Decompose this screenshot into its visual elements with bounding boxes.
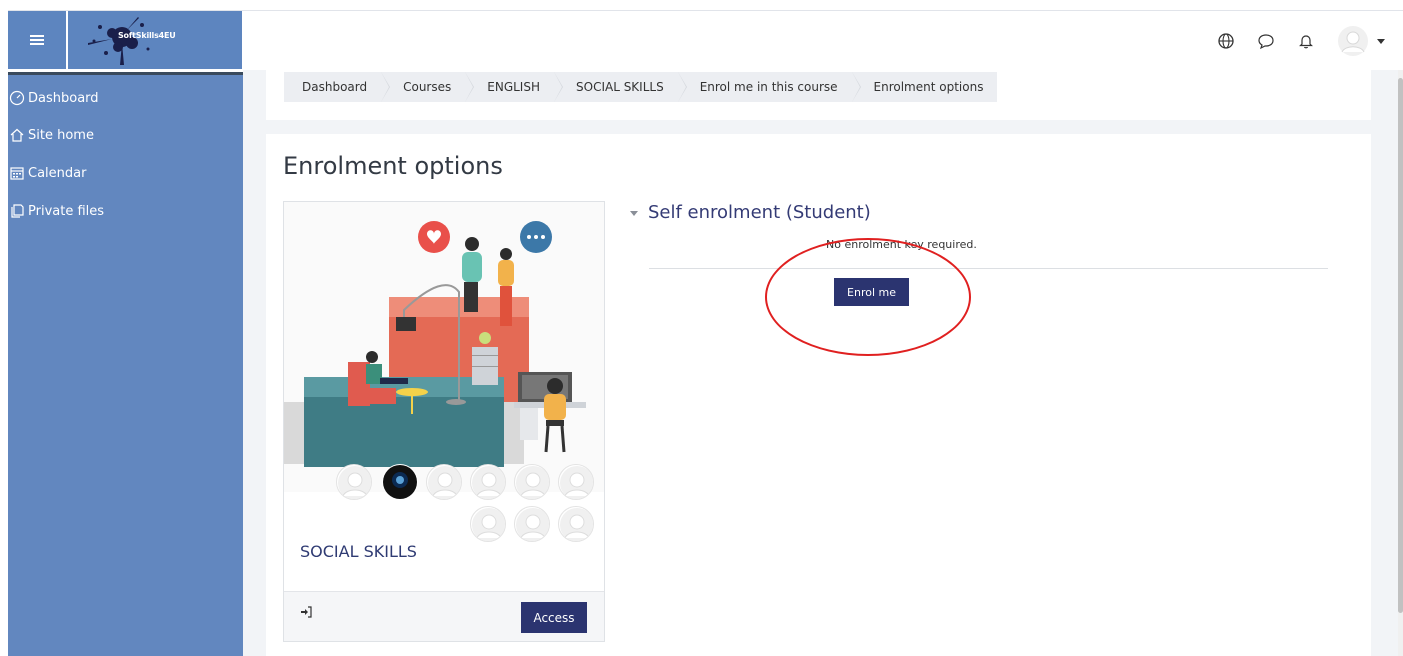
content-card: Enrolment options SOCIAL SKILLS Access S…: [266, 134, 1371, 656]
avatar[interactable]: [382, 464, 418, 500]
breadcrumb-item-social-skills[interactable]: SOCIAL SKILLS: [554, 72, 687, 102]
course-card: SOCIAL SKILLS Access: [283, 201, 605, 642]
avatar[interactable]: [514, 506, 550, 542]
breadcrumb: Dashboard Courses ENGLISH SOCIAL SKILLS …: [284, 72, 998, 102]
user-menu[interactable]: [1337, 25, 1385, 57]
user-placeholder-icon: [516, 508, 549, 541]
sidebar-item-label: Site home: [28, 127, 94, 143]
sidebar-item-label: Calendar: [28, 165, 87, 181]
avatar[interactable]: [426, 464, 462, 500]
user-placeholder-icon: [338, 466, 371, 499]
self-enrolment-title: Self enrolment (Student): [648, 202, 871, 223]
bell-icon[interactable]: [1297, 32, 1315, 50]
user-placeholder-icon: [428, 466, 461, 499]
user-placeholder-icon: [472, 508, 505, 541]
page-title: Enrolment options: [283, 152, 503, 180]
enrol-me-button[interactable]: Enrol me: [834, 278, 909, 306]
hamburger-icon: [30, 35, 44, 45]
scrollbar-thumb[interactable]: [1398, 78, 1403, 613]
user-placeholder-icon: [516, 466, 549, 499]
chevron-down-icon: [1377, 38, 1385, 44]
breadcrumb-item-enrolment-options: Enrolment options: [873, 80, 984, 94]
sidebar-item-calendar[interactable]: Calendar: [8, 162, 243, 184]
enrolled-participants: [284, 464, 604, 554]
enrolment-key-note: No enrolment key required.: [826, 238, 977, 251]
dashboard-gauge-icon: [9, 90, 25, 106]
sidebar-item-dashboard[interactable]: Dashboard: [8, 87, 243, 109]
user-placeholder-icon: [560, 508, 593, 541]
divider: [649, 268, 1328, 269]
access-button[interactable]: Access: [521, 602, 587, 633]
course-card-footer: Access: [284, 591, 604, 641]
sidebar-item-label: Private files: [28, 203, 105, 219]
sidebar-item-label: Dashboard: [28, 90, 99, 106]
avatar[interactable]: [558, 464, 594, 500]
files-icon: [11, 204, 24, 218]
course-name-link[interactable]: SOCIAL SKILLS: [300, 542, 417, 561]
main-region: Dashboard Courses ENGLISH SOCIAL SKILLS …: [243, 70, 1398, 656]
home-icon: [10, 128, 24, 142]
sidebar-item-site-home[interactable]: Site home: [8, 124, 243, 146]
chat-bubble-icon[interactable]: [1257, 32, 1275, 50]
sign-in-icon: [301, 606, 312, 618]
sidebar-item-private-files[interactable]: Private files: [8, 200, 243, 222]
avatar[interactable]: [514, 464, 550, 500]
self-enrolment-section: Self enrolment (Student) No enrolment ke…: [630, 202, 1330, 306]
avatar[interactable]: [336, 464, 372, 500]
breadcrumb-card: Dashboard Courses ENGLISH SOCIAL SKILLS …: [266, 70, 1371, 120]
avatar[interactable]: [470, 506, 506, 542]
caret-down-icon: [630, 211, 638, 216]
user-placeholder-icon: [472, 466, 505, 499]
calendar-icon: [10, 167, 24, 180]
user-photo-icon: [383, 465, 417, 499]
user-placeholder-icon: [560, 466, 593, 499]
paint-splash-icon: [88, 17, 150, 65]
globe-icon[interactable]: [1217, 32, 1235, 50]
page-scrollbar[interactable]: [1398, 70, 1403, 656]
course-illustration[interactable]: [284, 202, 604, 492]
self-enrolment-toggle[interactable]: Self enrolment (Student): [630, 202, 1330, 223]
avatar[interactable]: [470, 464, 506, 500]
menu-toggle-button[interactable]: [8, 11, 66, 69]
avatar[interactable]: [558, 506, 594, 542]
logo-text: SoftSkills4EU: [118, 31, 176, 40]
breadcrumb-item-dashboard[interactable]: Dashboard: [284, 72, 391, 102]
site-logo[interactable]: SoftSkills4EU: [68, 11, 242, 69]
breadcrumb-item-english[interactable]: ENGLISH: [465, 72, 563, 102]
navbar-actions: [1217, 25, 1385, 57]
user-avatar-icon: [1338, 26, 1368, 56]
breadcrumb-item-courses[interactable]: Courses: [381, 72, 475, 102]
top-navbar: SoftSkills4EU: [8, 10, 1403, 69]
breadcrumb-item-enrol-me[interactable]: Enrol me in this course: [678, 72, 861, 102]
sidebar-nav: Dashboard Site home Calendar Private fil…: [8, 72, 243, 656]
